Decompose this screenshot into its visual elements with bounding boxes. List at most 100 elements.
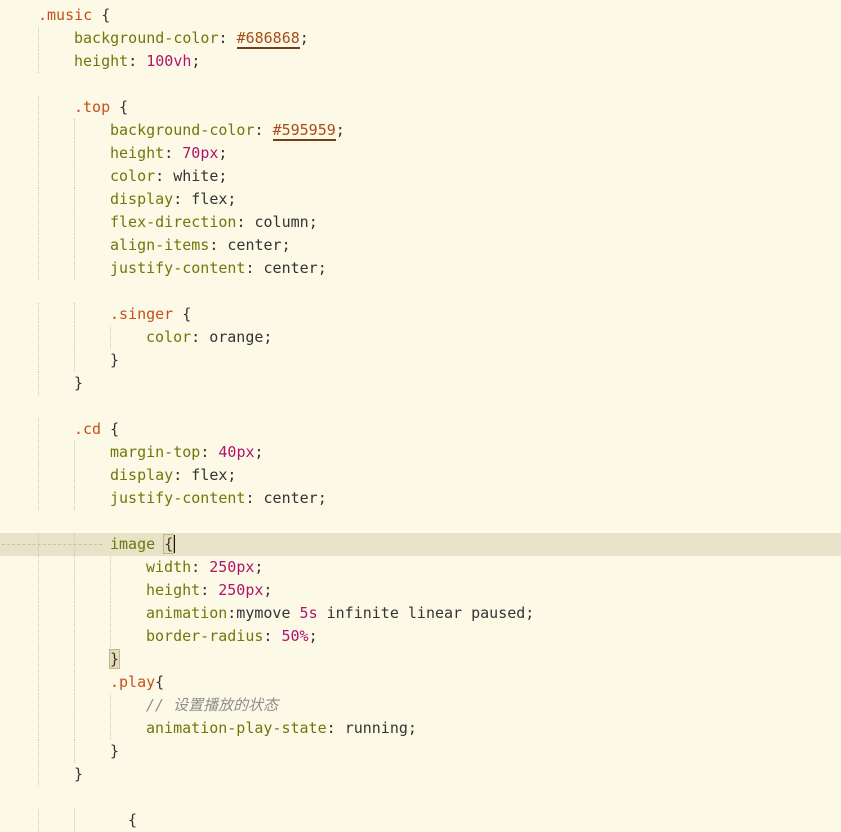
indent-guide [38, 464, 39, 487]
indent-guide [38, 165, 39, 188]
token-val: flex [191, 466, 228, 484]
code-text: color: white; [110, 165, 227, 188]
token-sel: .play [110, 673, 156, 691]
code-line[interactable]: margin-top: 40px; [0, 441, 841, 464]
code-text: animation:mymove 5s infinite linear paus… [146, 602, 534, 625]
code-line[interactable]: } [0, 740, 841, 763]
code-line[interactable]: // 设置播放的状态 [0, 694, 841, 717]
indent-guide [38, 234, 39, 257]
indent-guide [74, 165, 75, 188]
code-text: height: 100vh; [74, 50, 200, 73]
token-num: 70 [182, 144, 201, 162]
code-line[interactable]: animation:mymove 5s infinite linear paus… [0, 602, 841, 625]
code-line[interactable]: color: orange; [0, 326, 841, 349]
code-line[interactable] [0, 280, 841, 303]
code-line[interactable]: .top { [0, 96, 841, 119]
current-code-line[interactable]: image { [0, 533, 841, 556]
token-punct: : [191, 328, 210, 346]
token-punct: : [245, 259, 264, 277]
indent-guide [110, 579, 111, 602]
indent-guide [110, 717, 111, 740]
code-text: background-color: #595959; [110, 119, 345, 142]
token-hex: #595959 [272, 121, 336, 141]
code-line[interactable]: flex-direction: column; [0, 211, 841, 234]
indent-guide [74, 303, 75, 326]
token-prop: color [146, 328, 192, 346]
token-punct: : [164, 144, 183, 162]
token-num: 250 [218, 581, 246, 599]
token-brace: } [74, 765, 84, 783]
code-line[interactable]: width: 250px; [0, 556, 841, 579]
code-text: animation-play-state: running; [146, 717, 417, 740]
token-match-brace: } [108, 649, 121, 669]
token-punct: : [209, 236, 228, 254]
indent-guide [38, 556, 39, 579]
code-line[interactable]: } [0, 648, 841, 671]
code-text: margin-top: 40px; [110, 441, 264, 464]
token-punct: : [155, 167, 174, 185]
code-line[interactable]: animation-play-state: running; [0, 717, 841, 740]
code-line[interactable]: border-radius: 50%; [0, 625, 841, 648]
token-val: center [263, 489, 318, 507]
token-val: center [227, 236, 282, 254]
code-line[interactable] [0, 73, 841, 96]
code-line[interactable]: .music { [0, 4, 841, 27]
indent-guide [74, 326, 75, 349]
indent-guide [74, 188, 75, 211]
indent-guide [38, 579, 39, 602]
code-line[interactable] [0, 395, 841, 418]
token-punct: : [263, 627, 282, 645]
code-line[interactable]: { [0, 809, 841, 832]
code-line[interactable]: justify-content: center; [0, 257, 841, 280]
code-editor[interactable]: .music {background-color: #686868; height… [0, 0, 841, 832]
token-prop: border-radius [146, 627, 264, 645]
code-line[interactable]: .cd { [0, 418, 841, 441]
token-punct: ; [281, 236, 291, 254]
token-unit: px [236, 443, 255, 461]
code-line[interactable]: background-color: #686868; [0, 27, 841, 50]
token-prop: background-color [74, 29, 219, 47]
indent-guide [38, 50, 39, 73]
code-line[interactable]: } [0, 372, 841, 395]
indent-guide [38, 648, 39, 671]
indent-guide [38, 188, 39, 211]
token-unit: px [236, 558, 255, 576]
code-line[interactable]: } [0, 349, 841, 372]
code-text: } [108, 648, 121, 671]
indent-guide [38, 441, 39, 464]
code-line[interactable] [0, 510, 841, 533]
code-line[interactable]: align-items: center; [0, 234, 841, 257]
code-text: width: 250px; [146, 556, 263, 579]
code-line[interactable]: } [0, 763, 841, 786]
code-line[interactable] [0, 786, 841, 809]
code-line[interactable]: justify-content: center; [0, 487, 841, 510]
code-line[interactable]: height: 70px; [0, 142, 841, 165]
indent-guide [74, 602, 75, 625]
indent-guide [74, 809, 75, 832]
code-line[interactable]: height: 250px; [0, 579, 841, 602]
indent-guide [38, 142, 39, 165]
token-val: center [263, 259, 318, 277]
token-punct: :mymove [227, 604, 300, 622]
indent-guide [38, 487, 39, 510]
code-text: } [74, 763, 83, 786]
code-line[interactable]: .singer { [0, 303, 841, 326]
indent-guide [74, 740, 75, 763]
code-text: .play{ [110, 671, 164, 694]
token-prop: display [110, 466, 174, 484]
token-punct: ; [227, 190, 237, 208]
code-line[interactable]: display: flex; [0, 464, 841, 487]
code-line[interactable]: height: 100vh; [0, 50, 841, 73]
code-line[interactable]: display: flex; [0, 188, 841, 211]
token-unit: s [308, 604, 318, 622]
token-punct: : [173, 190, 192, 208]
code-line[interactable]: color: white; [0, 165, 841, 188]
token-punct: ; [191, 52, 201, 70]
indent-guide [38, 27, 39, 50]
token-punct: ; [308, 627, 318, 645]
code-line[interactable]: .play{ [0, 671, 841, 694]
code-text: } [74, 372, 83, 395]
code-line[interactable]: background-color: #595959; [0, 119, 841, 142]
token-prop: animation-play-state [146, 719, 327, 737]
indent-guide [74, 625, 75, 648]
